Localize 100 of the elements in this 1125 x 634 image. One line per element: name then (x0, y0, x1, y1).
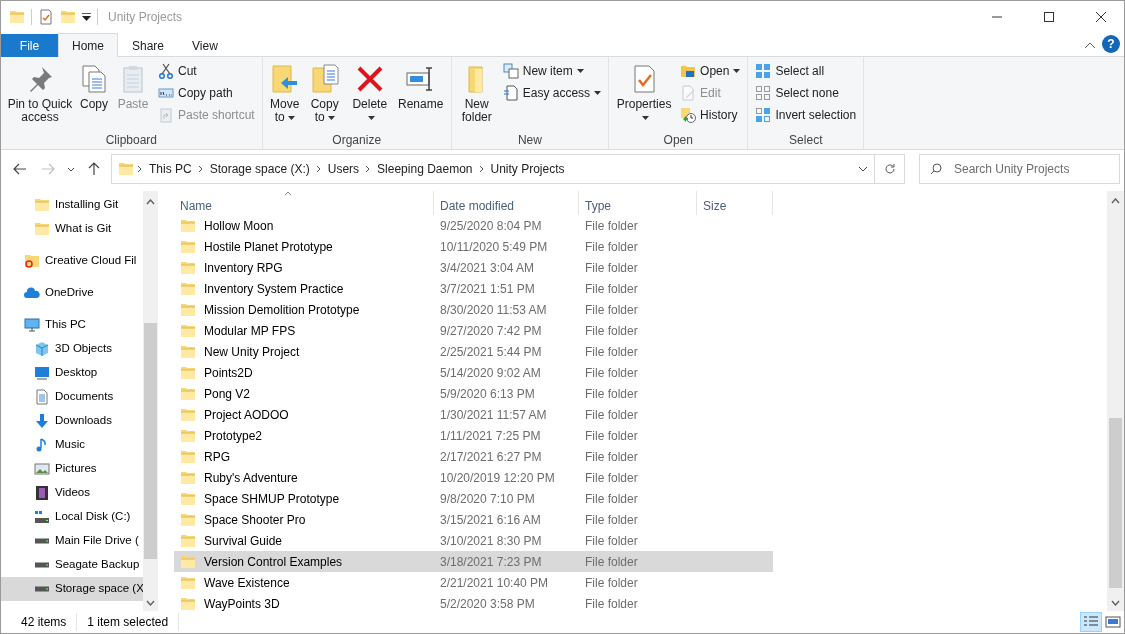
file-name: Inventory RPG (204, 259, 283, 277)
ribbon-button[interactable]: Copy path (155, 82, 258, 104)
nav-item[interactable]: Videos (1, 481, 143, 505)
ribbon-button[interactable]: Delete (346, 59, 393, 132)
ribbon-button[interactable]: Move to (266, 59, 303, 132)
details-view-button[interactable] (1080, 612, 1102, 632)
scroll-up-icon[interactable] (1111, 198, 1120, 204)
type-cell-text: File folder (584, 490, 639, 508)
file-row[interactable]: WayPoints 3D 5/2/2020 3:58 PM File folder (174, 593, 773, 611)
nav-item[interactable]: Seagate Backup (1, 553, 143, 577)
breadcrumb-link[interactable]: This PC (146, 160, 195, 178)
file-row[interactable]: Hostile Planet Prototype 10/11/2020 5:49 PM File folder (174, 236, 773, 257)
date-cell-text: 10/20/2019 12:20 PM (439, 469, 556, 487)
nav-item[interactable]: Installing Git (1, 193, 143, 217)
file-row[interactable]: Modular MP FPS 9/27/2020 7:42 PM File folder (174, 320, 773, 341)
ribbon-button[interactable]: Copy to (304, 59, 345, 132)
caret-icon (576, 69, 584, 73)
ribbon-button[interactable]: Properties (613, 59, 676, 132)
ribbon-button[interactable]: Select none (752, 82, 860, 104)
type-cell-text: File folder (584, 322, 639, 340)
date-cell-text: 8/30/2020 11:53 AM (439, 301, 548, 319)
date-cell-text: 9/25/2020 8:04 PM (439, 217, 543, 235)
nav-item[interactable]: Pictures (1, 457, 143, 481)
help-button[interactable]: ? (1102, 35, 1120, 53)
type-cell-text: File folder (584, 301, 639, 319)
ribbon-button[interactable]: Open (677, 60, 744, 82)
file-name: Hollow Moon (204, 217, 274, 235)
nav-item[interactable]: Music (1, 433, 143, 457)
folder-icon (180, 532, 196, 549)
column-header[interactable]: Name (174, 191, 434, 215)
breadcrumb-link[interactable]: Unity Projects (487, 160, 568, 178)
file-row[interactable]: Inventory System Practice 3/7/2021 1:51 PM File folder (174, 278, 773, 299)
date-cell-text: 1/30/2021 11:57 AM (439, 406, 548, 424)
nav-item[interactable]: Creative Cloud Fil (1, 249, 143, 273)
scrollbar[interactable] (1107, 191, 1124, 611)
file-row[interactable]: Wave Existence 2/21/2021 10:40 PM File folder (174, 572, 773, 593)
file-row[interactable]: New Unity Project 2/25/2021 5:44 PM File folder (174, 341, 773, 362)
file-row[interactable]: Prototype2 1/11/2021 7:25 PM File folder (174, 425, 773, 446)
breadcrumb-link[interactable]: Storage space (X:) (206, 160, 313, 178)
type-cell-text: File folder (584, 532, 639, 550)
nav-item[interactable]: What is Git (1, 217, 143, 241)
ribbon-tab[interactable]: Home (58, 33, 118, 57)
file-row[interactable]: Project AODOO 1/30/2021 11:57 AM File folder (174, 404, 773, 425)
ribbon-button[interactable]: Easy access (499, 82, 605, 104)
nav-item[interactable]: This PC (1, 313, 143, 337)
file-row[interactable]: Space SHMUP Prototype 9/8/2020 7:10 PM File folder (174, 488, 773, 509)
file-row[interactable]: Ruby's Adventure 10/20/2019 12:20 PM File folder (174, 467, 773, 488)
breadcrumb-link[interactable]: Users (324, 160, 363, 178)
ribbon-button[interactable]: History (677, 104, 744, 126)
details-view-icon (1083, 615, 1099, 629)
download-arrow-icon (34, 413, 50, 429)
scroll-up-icon[interactable] (146, 199, 155, 205)
ribbon-button[interactable]: Select all (752, 60, 860, 82)
scroll-down-icon[interactable] (146, 600, 155, 606)
ribbon-button[interactable]: Cut (155, 60, 258, 82)
ribbon-tab[interactable]: View (178, 34, 232, 57)
nav-item[interactable]: 3D Objects (1, 337, 143, 361)
nav-item[interactable]: Storage space (X (1, 577, 143, 601)
customize-icon[interactable] (82, 13, 91, 21)
ribbon-button[interactable]: Pin to Quick access (5, 59, 75, 132)
ribbon-button[interactable]: Invert selection (752, 104, 860, 126)
file-row[interactable]: Mission Demolition Prototype 8/30/2020 11:53 AM File folder (174, 299, 773, 320)
nav-item[interactable]: OneDrive (1, 281, 143, 305)
properties-icon[interactable] (38, 9, 54, 25)
type-cell-text: File folder (584, 448, 639, 466)
caret-icon (594, 91, 602, 95)
file-row[interactable]: Hollow Moon 9/25/2020 8:04 PM File folder (174, 215, 773, 236)
type-cell-text: File folder (584, 574, 639, 592)
nav-item[interactable]: Documents (1, 385, 143, 409)
address-bar[interactable]: This PC Storage space (X:) Users Sleeping Daemon Unity Projects (111, 154, 875, 184)
group-label: Organize (331, 132, 383, 148)
search-input[interactable]: Search Unity Projects (952, 159, 1112, 179)
refresh-button[interactable] (875, 154, 905, 184)
file-row[interactable]: Version Control Examples 3/18/2021 7:23 PM File folder (174, 551, 773, 572)
collapse-ribbon-icon[interactable] (1084, 42, 1096, 49)
file-row[interactable]: Survival Guide 3/10/2021 8:30 PM File folder (174, 530, 773, 551)
ribbon-button[interactable]: Rename (394, 59, 447, 132)
file-row[interactable]: Space Shooter Pro 3/15/2021 6:16 AM File folder (174, 509, 773, 530)
type-cell-text: File folder (584, 511, 639, 529)
file-row[interactable]: Inventory RPG 3/4/2021 3:04 AM File folder (174, 257, 773, 278)
nav-item[interactable]: Local Disk (C:) (1, 505, 143, 529)
nav-item[interactable]: Downloads (1, 409, 143, 433)
file-row[interactable]: Points2D 5/14/2020 9:02 AM File folder (174, 362, 773, 383)
scroll-down-icon[interactable] (1111, 600, 1120, 606)
nav-item[interactable]: Desktop (1, 361, 143, 385)
file-row[interactable]: RPG 2/17/2021 6:27 PM File folder (174, 446, 773, 467)
search-field[interactable]: Search Unity Projects (919, 154, 1120, 184)
file-name: Hostile Planet Prototype (204, 238, 333, 256)
ribbon-tab[interactable]: Share (118, 34, 179, 57)
file-tab[interactable]: File (1, 34, 58, 57)
ribbon-button[interactable]: Copy (77, 59, 111, 132)
ribbon-button[interactable]: New item (499, 60, 605, 82)
file-row[interactable]: Pong V2 5/9/2020 6:13 PM File folder (174, 383, 773, 404)
scrollbar[interactable] (143, 191, 158, 611)
breadcrumb-link[interactable]: Sleeping Daemon (374, 160, 476, 178)
column-header[interactable]: Size (697, 191, 773, 215)
nav-item[interactable]: Main File Drive ( (1, 529, 143, 553)
column-header[interactable]: Type (579, 191, 697, 215)
ribbon-button[interactable]: New folder (455, 59, 498, 132)
column-header[interactable]: Date modified (434, 191, 579, 215)
